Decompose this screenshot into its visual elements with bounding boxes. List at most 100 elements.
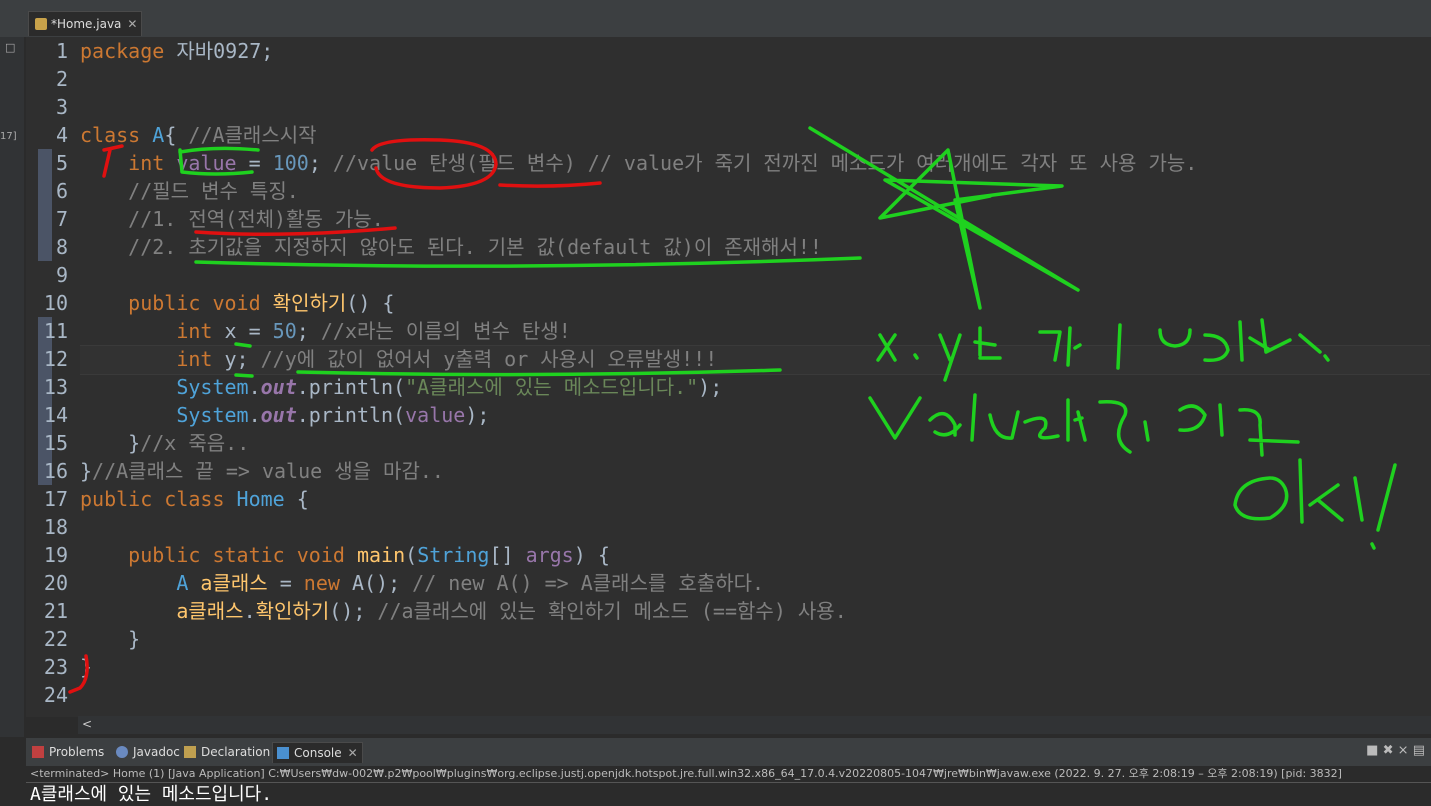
line-number: 18	[43, 515, 68, 539]
code-token: ;	[308, 151, 333, 175]
code-token: y;	[212, 347, 261, 371]
remove-launch-icon[interactable]: ✖	[1383, 743, 1394, 758]
line-number: 2	[55, 67, 68, 91]
code-line[interactable]: int y; //y에 값이 없어서 y출력 or 사용시 오류발생!!!	[80, 345, 717, 373]
code-line[interactable]: System.out.println("A클래스에 있는 메소드입니다.");	[80, 373, 722, 401]
code-token: System	[176, 375, 249, 399]
tab-home-java[interactable]: *Home.java ✕	[28, 11, 142, 36]
code-token: .	[248, 375, 261, 399]
remove-all-icon[interactable]: ⨯	[1398, 743, 1409, 758]
code-line[interactable]: public void 확인하기() {	[80, 289, 394, 317]
code-token: a클래스	[176, 599, 244, 623]
declaration-icon	[184, 746, 196, 758]
code-editor[interactable]: 1 2 3 4 5 6 7 8 9 10 11 12 13 14 15 16 17 18 19 20 21 22 23 24 …	[26, 37, 1431, 717]
code-line[interactable]: public static void main(String[] args) {	[80, 541, 610, 569]
code-line[interactable]: //1. 전역(전체)활동 가능.	[80, 205, 384, 233]
code-line[interactable]: }	[80, 625, 140, 653]
scroll-left-arrow[interactable]: <	[82, 717, 92, 731]
line-number: 6	[55, 179, 68, 203]
code-token: {	[164, 123, 189, 147]
code-line[interactable]: int value = 100; //value 탄생(필드 변수) // va…	[80, 149, 1197, 177]
code-token: "A클래스에 있는 메소드입니다."	[405, 375, 699, 399]
close-icon[interactable]: ✕	[348, 746, 358, 760]
line-number: 15	[43, 431, 68, 455]
code-line[interactable]: public class Home {	[80, 485, 309, 513]
console-process-status: <terminated> Home (1) [Java Application]…	[26, 766, 1431, 783]
line-number: 17	[43, 487, 68, 511]
code-token: public class	[80, 487, 225, 511]
restore-icon[interactable]: □	[5, 41, 15, 54]
tab-problems-label: Problems	[49, 745, 105, 759]
console-output: A클래스에 있는 메소드입니다.	[26, 783, 1431, 806]
line-number: 8	[55, 235, 68, 259]
line-number-gutter: 1 2 3 4 5 6 7 8 9 10 11 12 13 14 15 16 17 18 19 20 21 22 23 24	[26, 37, 78, 717]
line-number: 19	[43, 543, 68, 567]
stop-icon[interactable]: ■	[1366, 743, 1378, 758]
code-token: int	[128, 151, 165, 175]
code-token: //x라는 이름의 변수 탄생!	[320, 319, 571, 343]
code-token: A	[176, 571, 189, 595]
code-line[interactable]: //필드 변수 특징.	[80, 177, 299, 205]
code-token: ();	[329, 599, 378, 623]
code-token: //A클래스 끝 => value 생을 마감..	[92, 459, 444, 483]
code-line[interactable]: //2. 초기값을 지정하지 않아도 된다. 기본 값(default 값)이 …	[80, 233, 822, 261]
line-number: 24	[43, 683, 68, 707]
code-token: ;	[296, 319, 321, 343]
line-number: 13	[43, 375, 68, 399]
code-token: 확인하기	[272, 291, 347, 315]
code-area[interactable]: package 자바0927; class A{ //A클래스시작 int val…	[80, 37, 1430, 717]
line-number: 11	[43, 319, 68, 343]
console-icon	[277, 747, 289, 759]
code-line[interactable]: A a클래스 = new A(); // new A() => A클래스를 호출…	[80, 569, 764, 597]
tab-console[interactable]: Console ✕	[272, 742, 363, 763]
tab-problems[interactable]: Problems	[32, 742, 104, 762]
code-token: .	[243, 599, 256, 623]
console-toolbar: ■ ✖ ⨯ ▤	[1366, 743, 1425, 758]
bottom-panel-tabs: Problems Javadoc Declaration Console ✕	[26, 738, 1431, 766]
tab-javadoc[interactable]: Javadoc	[116, 742, 180, 762]
code-token: args	[525, 543, 574, 567]
code-token: //2. 초기값을 지정하지 않아도 된다. 기본 값(default 값)이 …	[128, 235, 822, 259]
line-number: 23	[43, 655, 68, 679]
tab-declaration[interactable]: Declaration	[184, 742, 270, 762]
code-token: 확인하기	[255, 599, 330, 623]
code-token: A	[152, 123, 165, 147]
line-number: 14	[43, 403, 68, 427]
clear-console-icon[interactable]: ▤	[1413, 743, 1425, 758]
code-token: =	[267, 571, 304, 595]
code-line[interactable]: class A{ //A클래스시작	[80, 121, 317, 149]
code-token: }	[80, 627, 141, 651]
line-number: 5	[55, 151, 68, 175]
code-token: }	[80, 655, 93, 679]
code-line[interactable]: int x = 50; //x라는 이름의 변수 탄생!	[80, 317, 571, 345]
code-line[interactable]: }//A클래스 끝 => value 생을 마감..	[80, 457, 444, 485]
code-token: A();	[339, 571, 413, 595]
code-token: // new A() => A클래스를 호출하다.	[412, 571, 765, 595]
javadoc-icon	[116, 746, 128, 758]
editor-tab-bar: *Home.java ✕	[0, 8, 1431, 38]
code-line[interactable]: a클래스.확인하기(); //a클래스에 있는 확인하기 메소드 (==함수) …	[80, 597, 847, 625]
close-icon[interactable]: ✕	[127, 17, 137, 31]
code-line[interactable]: }//x 죽음..	[80, 429, 249, 457]
tab-javadoc-label: Javadoc	[133, 745, 180, 759]
line-number: 9	[55, 263, 68, 287]
line-number: 1	[55, 39, 68, 63]
code-line[interactable]: System.out.println(value);	[80, 401, 489, 429]
code-line[interactable]: }	[80, 653, 92, 681]
code-token: 자바0927;	[164, 39, 274, 63]
code-token: //a클래스에 있는 확인하기 메소드 (==함수) 사용.	[377, 599, 847, 623]
java-file-icon	[35, 18, 47, 30]
code-line[interactable]: package 자바0927;	[80, 37, 273, 65]
code-token: }	[80, 431, 141, 455]
horizontal-scrollbar[interactable]: <	[78, 716, 1431, 734]
code-token: =	[236, 151, 273, 175]
